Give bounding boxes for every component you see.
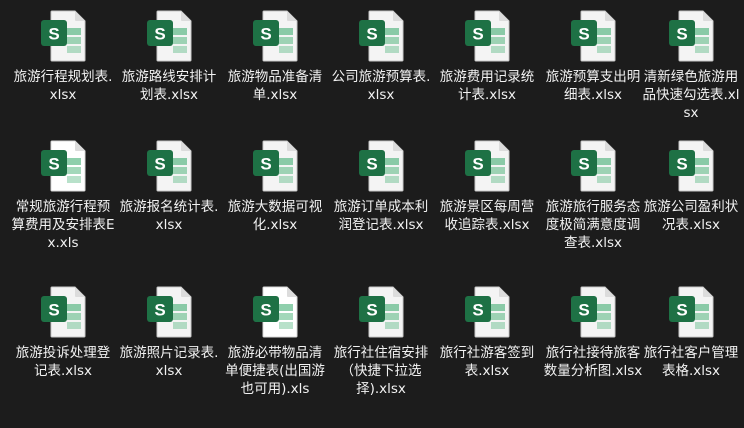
svg-text:S: S — [472, 301, 483, 320]
svg-text:S: S — [260, 25, 271, 44]
file-item[interactable]: S 公司旅游预算表.xlsx — [328, 10, 434, 104]
svg-text:S: S — [472, 155, 483, 174]
file-name: 旅游订单成本利润登记表.xlsx — [333, 199, 429, 233]
xlsx-icon: S — [252, 140, 298, 192]
file-name: 旅游照片记录表.xlsx — [119, 345, 219, 379]
file-name: 旅游投诉处理登记表.xlsx — [15, 345, 111, 379]
file-name: 旅游景区每周营收追踪表.xlsx — [439, 199, 535, 233]
xlsx-icon: S — [570, 140, 616, 192]
xlsx-icon: S — [358, 140, 404, 192]
file-name: 旅游预算支出明细表.xlsx — [545, 69, 641, 103]
file-item[interactable]: S 旅游行程规划表.xlsx — [10, 10, 116, 104]
file-name: 清新绿色旅游用品快速勾选表.xlsx — [642, 69, 740, 121]
xlsx-icon: S — [146, 286, 192, 338]
svg-text:S: S — [676, 301, 687, 320]
file-item[interactable]: S 常规旅游行程预算费用及安排表Ex.xls — [10, 140, 116, 252]
file-name: 旅游费用记录统计表.xlsx — [439, 69, 535, 103]
xlsx-icon: S — [40, 286, 86, 338]
file-item[interactable]: S 旅游照片记录表.xlsx — [116, 286, 222, 380]
xlsx-icon: S — [358, 286, 404, 338]
svg-text:S: S — [154, 25, 165, 44]
xlsx-icon: S — [570, 286, 616, 338]
xlsx-icon: S — [668, 140, 714, 192]
file-item[interactable]: S 旅游大数据可视化.xlsx — [222, 140, 328, 234]
file-item[interactable]: S 旅游路线安排计划表.xlsx — [116, 10, 222, 104]
file-item[interactable]: S 旅行社客户管理表格.xlsx — [638, 286, 744, 380]
file-name: 旅游旅行服务态度极简满意度调查表.xlsx — [545, 199, 641, 251]
file-name: 公司旅游预算表.xlsx — [331, 69, 431, 103]
svg-text:S: S — [48, 25, 59, 44]
xls-icon: S — [40, 140, 86, 192]
xlsx-icon: S — [668, 10, 714, 62]
file-name: 旅游公司盈利状况表.xlsx — [643, 199, 739, 233]
svg-text:S: S — [48, 155, 59, 174]
xlsx-icon: S — [464, 140, 510, 192]
file-item[interactable]: S 旅行社接待旅客数量分析图.xlsx — [540, 286, 646, 380]
file-item[interactable]: S 旅游必带物品清单便捷表(出国游也可用).xls — [222, 286, 328, 398]
svg-text:S: S — [48, 301, 59, 320]
file-item[interactable]: S 旅游公司盈利状况表.xlsx — [638, 140, 744, 234]
xlsx-icon: S — [570, 10, 616, 62]
file-name: 旅行社住宿安排（快捷下拉选择).xlsx — [333, 345, 429, 397]
file-item[interactable]: S 旅游物品准备清单.xlsx — [222, 10, 328, 104]
file-name: 旅行社游客签到表.xlsx — [439, 345, 535, 379]
file-name: 旅游报名统计表.xlsx — [119, 199, 219, 233]
xlsx-icon: S — [146, 140, 192, 192]
svg-text:S: S — [578, 155, 589, 174]
file-grid: S 旅游行程规划表.xlsx S 旅游路线安排计划表.xlsx S 旅游物品准备… — [0, 0, 744, 428]
svg-text:S: S — [366, 155, 377, 174]
xlsx-icon: S — [358, 10, 404, 62]
xlsx-icon: S — [40, 10, 86, 62]
svg-text:S: S — [366, 25, 377, 44]
file-item[interactable]: S 旅游预算支出明细表.xlsx — [540, 10, 646, 104]
file-item[interactable]: S 旅游费用记录统计表.xlsx — [434, 10, 540, 104]
file-item[interactable]: S 旅行社游客签到表.xlsx — [434, 286, 540, 380]
file-name: 旅行社接待旅客数量分析图.xlsx — [543, 345, 643, 379]
svg-text:S: S — [676, 25, 687, 44]
xlsx-icon: S — [464, 286, 510, 338]
file-name: 旅游行程规划表.xlsx — [13, 69, 113, 103]
file-item[interactable]: S 旅游订单成本利润登记表.xlsx — [328, 140, 434, 234]
file-item[interactable]: S 旅游报名统计表.xlsx — [116, 140, 222, 234]
xlsx-icon: S — [146, 10, 192, 62]
file-name: 旅游大数据可视化.xlsx — [227, 199, 323, 233]
file-item[interactable]: S 旅行社住宿安排（快捷下拉选择).xlsx — [328, 286, 434, 398]
svg-text:S: S — [260, 155, 271, 174]
svg-text:S: S — [154, 301, 165, 320]
svg-text:S: S — [676, 155, 687, 174]
file-name: 旅行社客户管理表格.xlsx — [643, 345, 739, 379]
file-name: 常规旅游行程预算费用及安排表Ex.xls — [11, 199, 115, 251]
xls-icon: S — [252, 286, 298, 338]
svg-text:S: S — [154, 155, 165, 174]
svg-text:S: S — [472, 25, 483, 44]
file-item[interactable]: S 旅游旅行服务态度极简满意度调查表.xlsx — [540, 140, 646, 252]
file-name: 旅游必带物品清单便捷表(出国游也可用).xls — [225, 345, 325, 397]
svg-text:S: S — [260, 301, 271, 320]
xlsx-icon: S — [252, 10, 298, 62]
file-name: 旅游路线安排计划表.xlsx — [121, 69, 217, 103]
file-item[interactable]: S 旅游投诉处理登记表.xlsx — [10, 286, 116, 380]
file-item[interactable]: S 旅游景区每周营收追踪表.xlsx — [434, 140, 540, 234]
file-name: 旅游物品准备清单.xlsx — [227, 69, 323, 103]
svg-text:S: S — [366, 301, 377, 320]
xlsx-icon: S — [464, 10, 510, 62]
file-item[interactable]: S 清新绿色旅游用品快速勾选表.xlsx — [638, 10, 744, 122]
xlsx-icon: S — [668, 286, 714, 338]
svg-text:S: S — [578, 25, 589, 44]
svg-text:S: S — [578, 301, 589, 320]
